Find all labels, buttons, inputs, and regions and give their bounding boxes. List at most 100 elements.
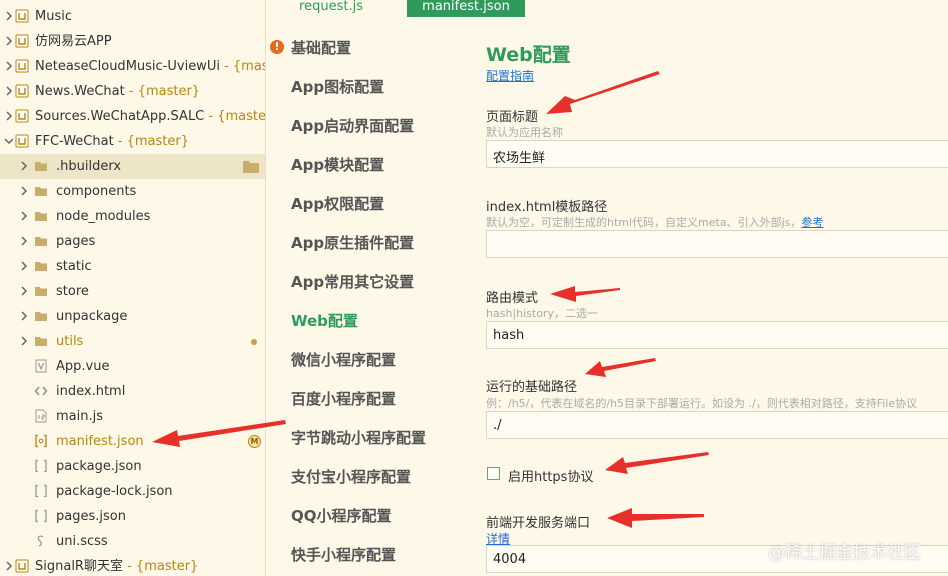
json-file-icon (35, 459, 47, 473)
base-path-hint: 例：/h5/，代表在域名的/h5目录下部署运行。如设为 ./，则代表相对路径，支… (486, 397, 918, 410)
nav-app-native-plugins-config[interactable]: App原生插件配置 (291, 233, 414, 253)
chevron-right-icon[interactable] (18, 210, 30, 222)
chevron-right-icon[interactable] (18, 160, 30, 172)
chevron-down-icon[interactable] (3, 135, 15, 147)
nav-app-modules-config[interactable]: App模块配置 (291, 155, 384, 175)
router-mode-input[interactable]: hash (486, 321, 948, 349)
tree-item-manifest-json[interactable]: manifest.json M (0, 429, 265, 454)
tree-item-music[interactable]: Music (0, 4, 265, 29)
project-icon (15, 109, 29, 123)
scss-file-icon (37, 535, 44, 547)
git-branch-label: - {master} (208, 109, 266, 124)
project-tree: Music 仿网易云APP NeteaseCloudMusic-UviewUi … (0, 0, 266, 576)
tree-item-signalr[interactable]: SignalR聊天室 - {master} (0, 554, 265, 576)
template-path-label: index.html模板路径 (486, 200, 608, 215)
nav-app-splash-config[interactable]: App启动界面配置 (291, 116, 414, 136)
nav-basic-config[interactable]: 基础配置 (291, 38, 351, 58)
tree-item-utils[interactable]: utils (0, 329, 265, 354)
tree-item-static[interactable]: static (0, 254, 265, 279)
tree-item-app-vue[interactable]: App.vue (0, 354, 265, 379)
tree-item-sources-wechatapp[interactable]: Sources.WeChatApp.SALC - {master} (0, 104, 265, 129)
tree-item-package-json[interactable]: package.json (0, 454, 265, 479)
tree-item-uni-scss[interactable]: uni.scss (0, 529, 265, 554)
tree-item-label: App.vue (56, 359, 110, 374)
web-config-form: Web配置 配置指南 页面标题 默认为应用名称 农场生鲜 index.html模… (486, 0, 948, 576)
tree-item-label: .hbuilderx (56, 159, 122, 174)
tree-item-store[interactable]: store (0, 279, 265, 304)
nav-alipay-mp-config[interactable]: 支付宝小程序配置 (291, 467, 411, 487)
tree-item-pages-json[interactable]: pages.json (0, 504, 265, 529)
template-path-hint-text: 默认为空，可定制生成的html代码，自定义meta、引入外部js， (486, 216, 802, 229)
tree-item-news-wechat[interactable]: News.WeChat - {master} (0, 79, 265, 104)
folder-icon (243, 161, 259, 173)
tree-item-label: Music (35, 9, 72, 24)
chevron-right-icon[interactable] (3, 10, 15, 22)
folder-icon (35, 162, 47, 171)
tree-item-node-modules[interactable]: node_modules (0, 204, 265, 229)
chevron-right-icon[interactable] (18, 260, 30, 272)
config-guide-link[interactable]: 配置指南 (486, 67, 534, 84)
chevron-right-icon[interactable] (3, 35, 15, 47)
tree-item-label: components (56, 184, 137, 199)
nav-app-icon-config[interactable]: App图标配置 (291, 77, 384, 97)
tree-item-label: node_modules (56, 209, 151, 224)
tree-item-label: index.html (56, 384, 126, 399)
tree-item-neteasecloudmusic[interactable]: NeteaseCloudMusic-UviewUi - {master} (0, 54, 265, 79)
tree-item-label: Sources.WeChatApp.SALC (35, 109, 205, 124)
tree-item-label: FFC-WeChat (35, 134, 114, 149)
page-title-input[interactable]: 农场生鲜 (486, 140, 948, 168)
folder-icon (35, 187, 47, 196)
nav-bytedance-mp-config[interactable]: 字节跳动小程序配置 (291, 428, 426, 448)
https-label[interactable]: 启用https协议 (508, 466, 593, 485)
tree-item-label: manifest.json (56, 434, 144, 449)
tree-item-components[interactable]: components (0, 179, 265, 204)
chevron-right-icon[interactable] (3, 60, 15, 72)
modified-dot-icon (251, 339, 257, 345)
chevron-right-icon[interactable] (18, 185, 30, 197)
https-checkbox[interactable] (487, 467, 500, 480)
base-path-input[interactable]: ./ (486, 411, 948, 439)
tree-item-package-lock-json[interactable]: package-lock.json (0, 479, 265, 504)
tree-item-ffc-wechat[interactable]: FFC-WeChat - {master} (0, 129, 265, 154)
chevron-right-icon[interactable] (3, 110, 15, 122)
tree-item-unpackage[interactable]: unpackage (0, 304, 265, 329)
nav-app-other-settings[interactable]: App常用其它设置 (291, 272, 414, 292)
nav-kuaishou-mp-config[interactable]: 快手小程序配置 (291, 545, 396, 565)
tab-request-js[interactable]: request.js (266, 0, 396, 17)
nav-qq-mp-config[interactable]: QQ小程序配置 (291, 506, 392, 526)
tree-item-pages[interactable]: pages (0, 229, 265, 254)
reference-link[interactable]: 参考 (801, 216, 823, 229)
tree-item-index-html[interactable]: index.html (0, 379, 265, 404)
tree-item-text: NeteaseCloudMusic-UviewUi - {master} (35, 58, 265, 75)
tree-item-netease-app[interactable]: 仿网易云APP (0, 29, 265, 54)
git-branch-label: - {master} (113, 134, 190, 149)
project-icon (15, 134, 29, 148)
manifest-config-nav: ! 基础配置 App图标配置 App启动界面配置 App模块配置 App权限配置… (266, 24, 466, 576)
tree-item-label: package.json (56, 459, 142, 474)
chevron-right-icon[interactable] (3, 85, 15, 97)
template-path-input[interactable] (486, 230, 948, 258)
folder-icon (35, 262, 47, 271)
tree-item-label: SignalR聊天室 (35, 559, 123, 574)
router-mode-label: 路由模式 (486, 291, 539, 306)
tree-item-main-js[interactable]: main.js (0, 404, 265, 429)
tree-item-label: static (56, 259, 92, 274)
chevron-right-icon[interactable] (18, 285, 30, 297)
chevron-right-icon[interactable] (18, 235, 30, 247)
template-path-hint: 默认为空，可定制生成的html代码，自定义meta、引入外部js，参考 (486, 214, 823, 230)
nav-app-permissions-config[interactable]: App权限配置 (291, 194, 384, 214)
nav-baidu-mp-config[interactable]: 百度小程序配置 (291, 389, 396, 409)
page-title-hint: 默认为应用名称 (486, 126, 563, 139)
js-file-icon (35, 409, 47, 423)
chevron-right-icon[interactable] (18, 310, 30, 322)
nav-wechat-mp-config[interactable]: 微信小程序配置 (291, 350, 396, 370)
git-modified-badge: M (248, 435, 261, 448)
git-branch-label: - {master} (122, 559, 199, 574)
nav-web-config[interactable]: Web配置 (291, 311, 358, 331)
tree-item-label: uni.scss (56, 534, 108, 549)
tree-item-hbuilderx[interactable]: .hbuilderx (0, 154, 265, 179)
chevron-right-icon[interactable] (18, 335, 30, 347)
tree-item-text: News.WeChat - {master} (35, 83, 200, 100)
folder-icon (35, 237, 47, 246)
chevron-right-icon[interactable] (3, 560, 15, 572)
